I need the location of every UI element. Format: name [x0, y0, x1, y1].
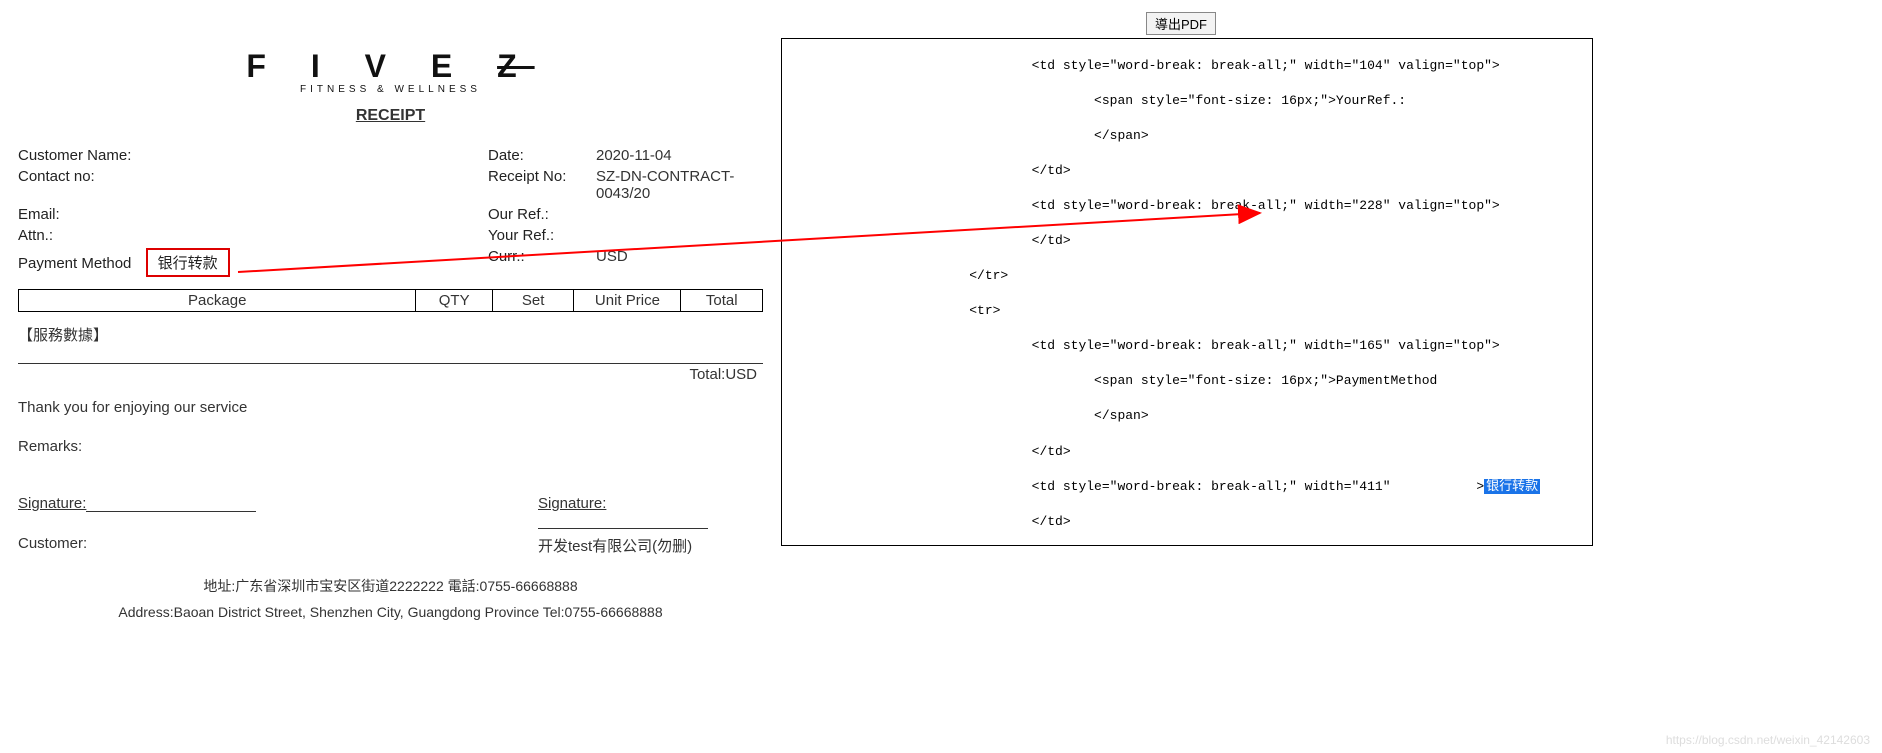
- signature-line-right: [538, 528, 708, 529]
- total-label: Total:USD: [18, 366, 763, 383]
- signature-label-left: Signature:: [18, 495, 86, 512]
- label-attn: Attn.:: [18, 227, 488, 244]
- code-frag: <td style="word-break: break-all;" width…: [782, 479, 1398, 494]
- export-pdf-button[interactable]: 導出PDF: [1146, 12, 1216, 35]
- code-line: <td style="word-break: break-all;" width…: [782, 197, 1592, 215]
- watermark: https://blog.csdn.net/weixin_42142603: [1666, 733, 1870, 747]
- logo-text: F I V E: [246, 48, 470, 84]
- service-data-label: 【服務數據】: [18, 324, 763, 345]
- th-set: Set: [492, 290, 574, 312]
- address-cn: 地址:广东省深圳市宝安区街道2222222 電話:0755-66668888: [18, 576, 763, 596]
- customer-label: Customer:: [18, 535, 538, 556]
- value-payment-method: 银行转款: [146, 248, 230, 277]
- value-curr: USD: [596, 248, 763, 277]
- label-date: Date:: [488, 147, 596, 164]
- signature-row: Signature: Signature:: [18, 495, 763, 529]
- code-line: </td>: [782, 443, 1592, 461]
- remarks-label: Remarks:: [18, 438, 763, 455]
- label-customer-name: Customer Name:: [18, 147, 488, 164]
- code-line: <span style="font-size: 16px;">PaymentMe…: [782, 372, 1592, 390]
- info-grid: Customer Name: Date: 2020-11-04 Contact …: [18, 147, 763, 277]
- th-package: Package: [19, 290, 416, 312]
- code-line: <span style="font-size: 16px;">YourRef.:: [782, 92, 1592, 110]
- address-en: Address:Baoan District Street, Shenzhen …: [18, 604, 763, 620]
- label-payment-method: Payment Method 银行转款: [18, 248, 488, 277]
- divider: [18, 363, 763, 364]
- label-curr: Curr.:: [488, 248, 596, 277]
- code-line: </span>: [782, 407, 1592, 425]
- value-receipt-no: SZ-DN-CONTRACT-0043/20: [596, 168, 763, 202]
- customer-row: Customer: 开发test有限公司(勿删): [18, 535, 763, 556]
- company-name: 开发test有限公司(勿删): [538, 535, 763, 556]
- items-table: Package QTY Set Unit Price Total: [18, 289, 763, 312]
- code-line-highlight: <td style="word-break: break-all;" width…: [782, 478, 1592, 496]
- signature-line-left: [86, 511, 256, 512]
- signature-label-right: Signature:: [538, 495, 606, 512]
- code-line: <tr>: [782, 302, 1592, 320]
- code-line: <td style="word-break: break-all;" width…: [782, 337, 1592, 355]
- value-our-ref: [596, 206, 763, 223]
- th-total: Total: [681, 290, 763, 312]
- code-line: </td>: [782, 232, 1592, 250]
- value-your-ref: [596, 227, 763, 244]
- label-our-ref: Our Ref.:: [488, 206, 596, 223]
- th-unit-price: Unit Price: [574, 290, 681, 312]
- code-line: </span>: [782, 127, 1592, 145]
- th-qty: QTY: [416, 290, 492, 312]
- receipt-title: RECEIPT: [18, 107, 763, 125]
- code-line: </td>: [782, 162, 1592, 180]
- code-line: <td style="word-break: break-all;" width…: [782, 57, 1592, 75]
- value-date: 2020-11-04: [596, 147, 763, 164]
- html-source-panel[interactable]: <td style="word-break: break-all;" width…: [781, 38, 1593, 546]
- code-line: </tr>: [782, 267, 1592, 285]
- thanks-text: Thank you for enjoying our service: [18, 399, 763, 416]
- logo-subtitle: FITNESS & WELLNESS: [18, 84, 763, 95]
- label-contact-no: Contact no:: [18, 168, 488, 202]
- highlighted-payment-text: 银行转款: [1484, 479, 1540, 494]
- label-receipt-no: Receipt No:: [488, 168, 596, 202]
- code-line: </td>: [782, 513, 1592, 531]
- logo: F I V E Z FITNESS & WELLNESS: [18, 50, 763, 95]
- label-email: Email:: [18, 206, 488, 223]
- logo-z: Z: [497, 48, 535, 84]
- code-frag: >: [1476, 479, 1484, 494]
- label-your-ref: Your Ref.:: [488, 227, 596, 244]
- label-payment-method-text: Payment Method: [18, 255, 131, 272]
- receipt-document: F I V E Z FITNESS & WELLNESS RECEIPT Cus…: [18, 50, 763, 620]
